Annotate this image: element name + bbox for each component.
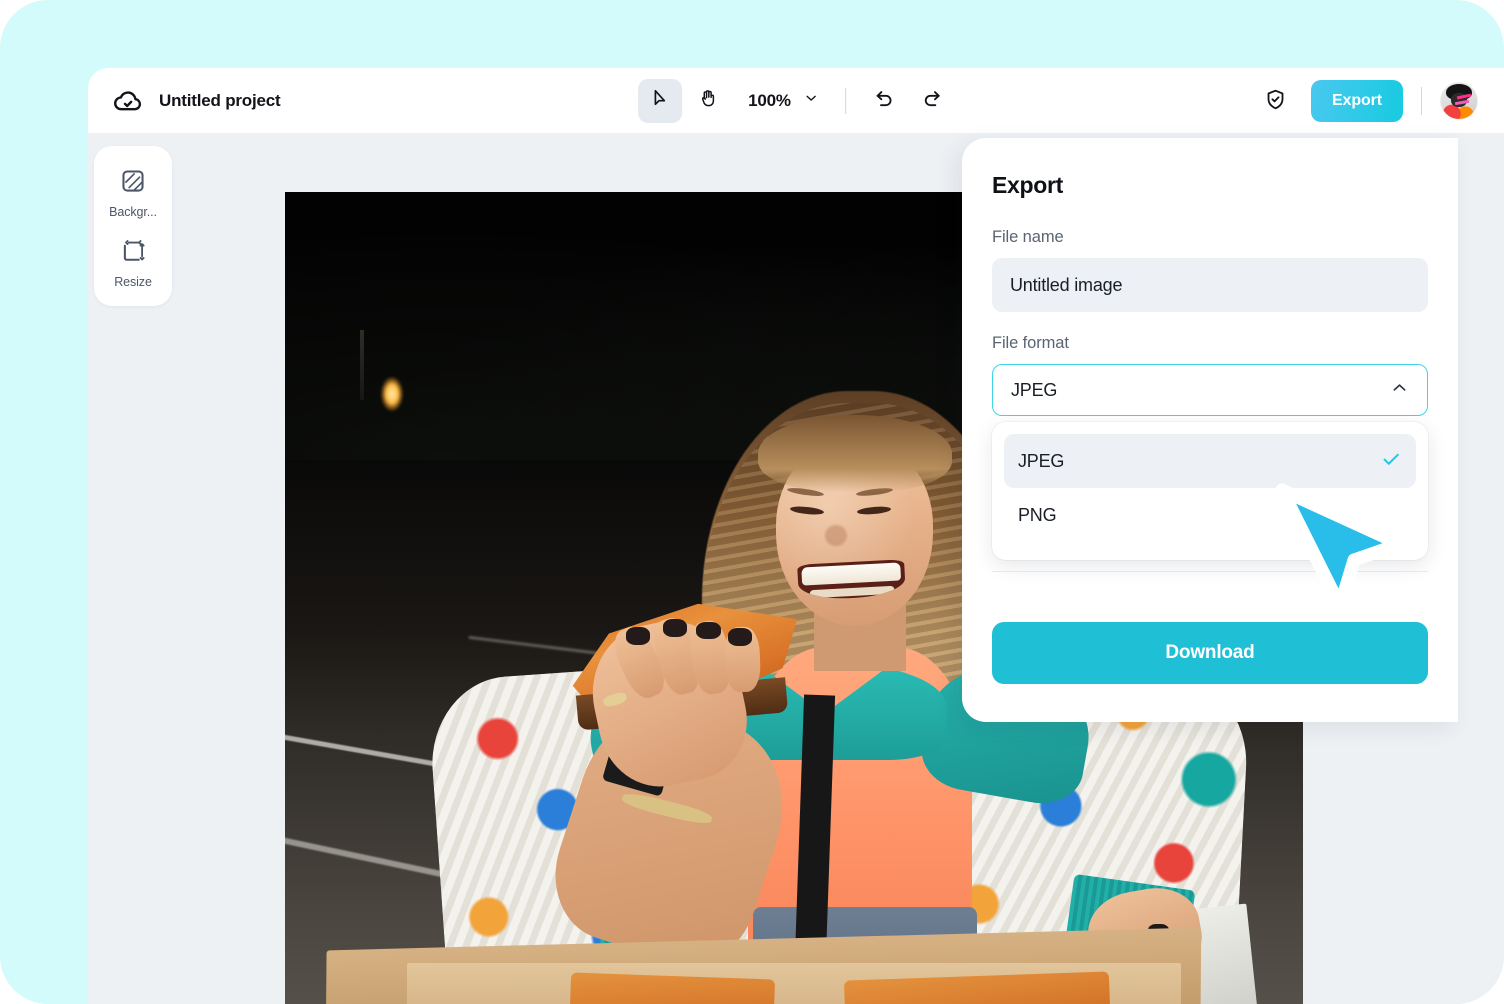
- export-panel-title: Export: [992, 172, 1064, 198]
- file-format-option-label: PNG: [1018, 504, 1057, 525]
- file-format-select[interactable]: JPEG: [992, 364, 1428, 416]
- export-button[interactable]: Export: [1311, 79, 1403, 122]
- zoom-level: 100%: [748, 90, 791, 110]
- toolbar-divider: [844, 87, 846, 114]
- photo-nail: [727, 628, 753, 646]
- photo-fringe: [758, 415, 952, 493]
- file-format-dropdown: JPEG PNG: [992, 422, 1428, 572]
- file-format-option-label: JPEG: [1018, 450, 1065, 471]
- cloud-check-icon: [113, 86, 143, 116]
- export-panel: Export File name File format JPEG JPEG: [962, 138, 1458, 722]
- undo-button[interactable]: [862, 79, 906, 123]
- file-name-input[interactable]: [992, 258, 1428, 312]
- topbar-right-group: Export: [1255, 68, 1478, 133]
- file-name-label: File name: [992, 228, 1064, 246]
- screenshot-root: Untitled project 100% Export Backgr... R…: [0, 0, 1504, 1004]
- topbar-right-divider: [1421, 86, 1422, 115]
- cursor-select-icon: [650, 88, 671, 114]
- photo-nail: [696, 621, 721, 640]
- tool-group: 100%: [638, 78, 954, 123]
- dropdown-separator: [992, 571, 1428, 572]
- photo-teeth-upper: [801, 562, 901, 587]
- undo-icon: [873, 87, 895, 114]
- resize-icon: [120, 238, 146, 269]
- hand-pan-icon: [698, 88, 719, 114]
- page-title: Untitled project: [159, 90, 281, 110]
- app-window: Untitled project 100% Export Backgr... R…: [88, 68, 1504, 1004]
- background-hatch-icon: [120, 168, 146, 199]
- left-tool-rail: Backgr... Resize: [94, 146, 172, 306]
- brand-area: Untitled project: [113, 86, 281, 116]
- download-button[interactable]: Download: [992, 622, 1428, 684]
- sidebar-item-resize[interactable]: Resize: [94, 228, 172, 298]
- select-tool[interactable]: [638, 78, 683, 123]
- hand-tool[interactable]: [686, 79, 730, 123]
- chevron-up-icon: [1390, 378, 1409, 402]
- avatar[interactable]: [1440, 81, 1478, 120]
- redo-button[interactable]: [910, 79, 954, 123]
- sidebar-item-resize-label: Resize: [114, 274, 152, 289]
- top-toolbar: Untitled project 100% Export: [88, 68, 1504, 133]
- shield-check-button[interactable]: [1255, 81, 1295, 121]
- sidebar-item-background[interactable]: Backgr...: [94, 158, 172, 228]
- file-format-option-jpeg[interactable]: JPEG: [1004, 434, 1416, 488]
- check-icon: [1380, 448, 1402, 475]
- file-format-label: File format: [992, 334, 1069, 352]
- shield-check-icon: [1264, 88, 1287, 114]
- zoom-control[interactable]: 100%: [734, 81, 829, 121]
- photo-nail: [662, 619, 688, 637]
- chevron-down-icon: [803, 90, 819, 111]
- file-format-option-png[interactable]: PNG: [1004, 488, 1416, 542]
- file-format-selected-value: JPEG: [1011, 379, 1058, 400]
- photo-nail: [626, 627, 651, 646]
- sidebar-item-background-label: Backgr...: [109, 204, 157, 219]
- redo-icon: [921, 87, 943, 114]
- photo-nose: [824, 524, 847, 547]
